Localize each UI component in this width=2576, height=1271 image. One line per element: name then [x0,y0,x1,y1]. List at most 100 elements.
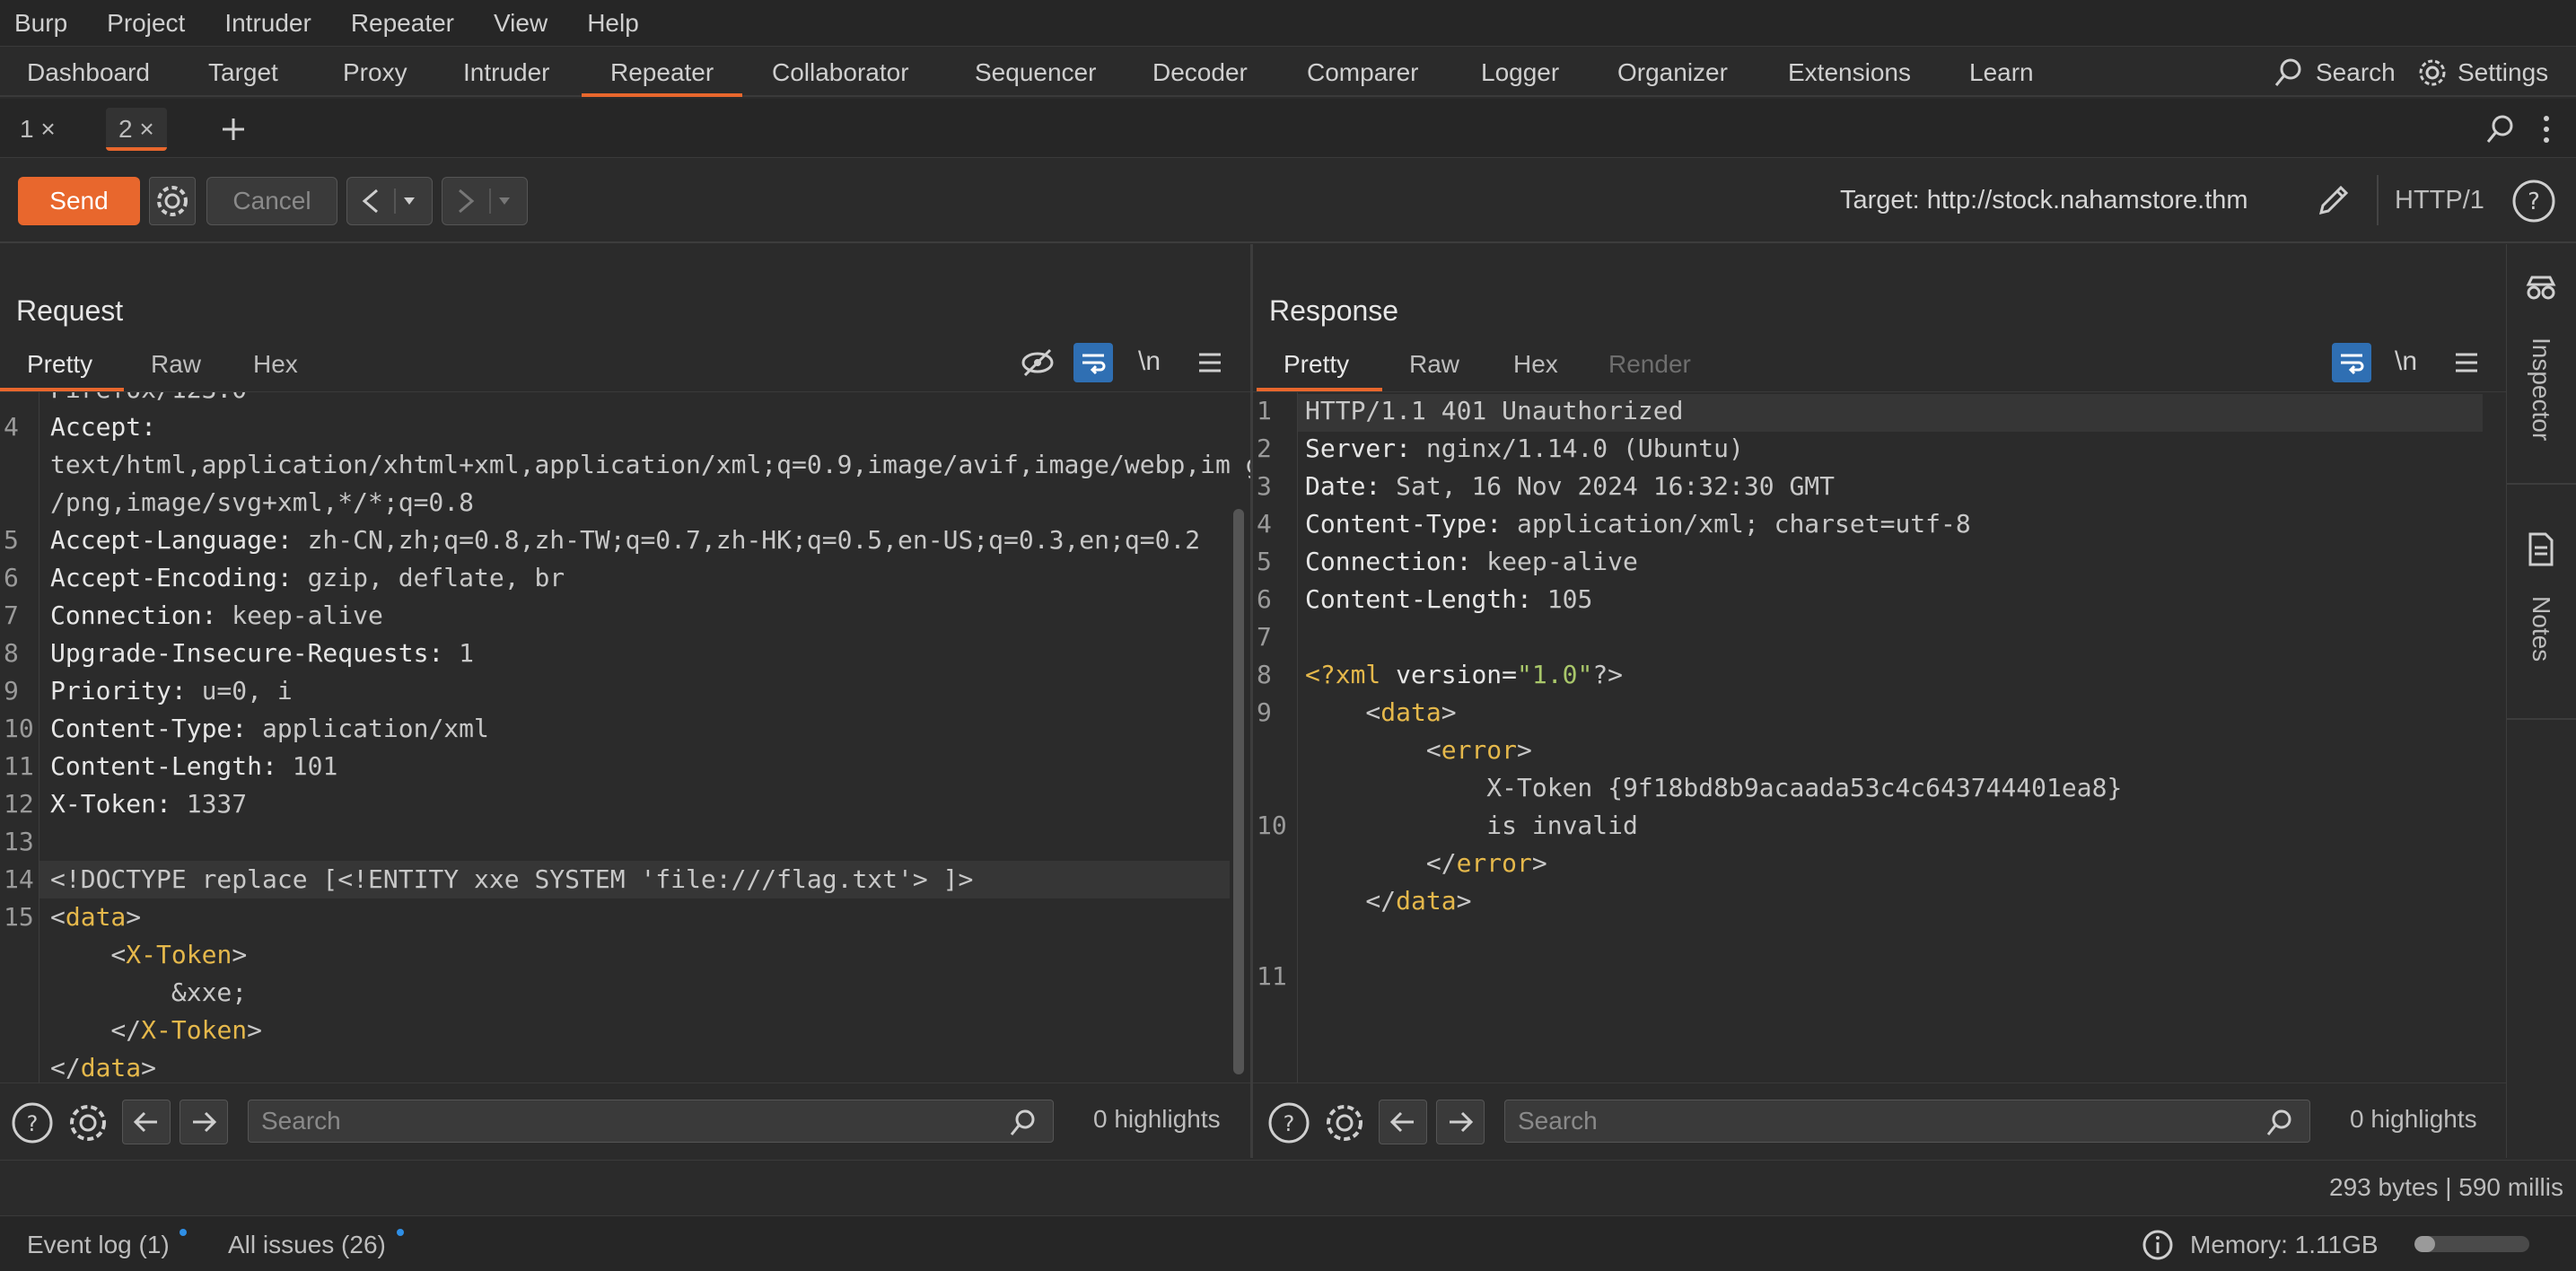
response-next-match-arrow-icon[interactable] [1436,1100,1485,1144]
response-code-line: </data> [1305,886,1472,916]
request-panel: Request Pretty Raw Hex \n Firefox/123.0 4… [0,244,1250,1158]
protocol-label[interactable]: HTTP/1 [2395,186,2484,215]
request-search-settings-gear-icon[interactable] [65,1100,111,1146]
response-wrap-lines-icon[interactable] [2332,343,2371,382]
request-scrollbar-thumb[interactable] [1233,509,1244,1074]
memory-info-icon[interactable] [2140,1227,2176,1263]
repeater-tab-2[interactable]: 2 × [106,108,167,151]
response-code-line: Date: Sat, 16 Nov 2024 16:32:30 GMT [1305,471,1836,501]
send-button[interactable]: Send [18,177,140,225]
response-code-line: Server: nginx/1.14.0 (Ubuntu) [1305,434,1744,463]
request-line-number: 6 [4,563,19,592]
nav-tab-logger[interactable]: Logger [1481,48,1559,97]
response-code-line: HTTP/1.1 401 Unauthorized [1305,396,1684,425]
menu-item-intruder[interactable]: Intruder [224,9,311,38]
search-icon[interactable] [2271,57,2307,89]
nav-settings-label[interactable]: Settings [2458,48,2548,97]
nav-tab-dashboard[interactable]: Dashboard [27,48,150,97]
request-tab-pretty[interactable]: Pretty [27,350,92,379]
response-tab-hex[interactable]: Hex [1513,350,1558,379]
response-help-icon[interactable]: ? [1266,1100,1312,1146]
event-log-link[interactable]: Event log (1) [27,1231,170,1259]
request-tab-hex[interactable]: Hex [253,350,298,379]
response-line-number: 2 [1257,434,1272,463]
request-search-magnifier-icon[interactable] [1005,1105,1041,1141]
request-line-number: 12 [4,789,34,819]
response-code-line: Content-Type: application/xml; charset=u… [1305,509,1971,539]
response-line-number: 4 [1257,509,1272,539]
menu-item-project[interactable]: Project [107,9,185,38]
request-line-number: 11 [4,751,34,781]
nav-tab-sequencer[interactable]: Sequencer [975,48,1096,97]
nav-tab-organizer[interactable]: Organizer [1617,48,1728,97]
nav-tab-target[interactable]: Target [208,48,278,97]
menu-item-burp[interactable]: Burp [14,9,67,38]
nav-tab-proxy[interactable]: Proxy [343,48,407,97]
help-icon[interactable]: ? [2510,177,2558,225]
nav-tab-repeater[interactable]: Repeater [582,48,743,97]
cancel-button[interactable]: Cancel [206,177,337,225]
request-newline-toggle[interactable]: \n [1138,346,1161,377]
response-search-input[interactable]: Search [1504,1100,2310,1143]
request-highlights-count: 0 highlights [1093,1105,1221,1133]
request-help-icon[interactable]: ? [9,1100,56,1146]
response-editor[interactable]: 1 HTTP/1.1 401 Unauthorized 2 Server: nginx… [1253,391,2506,1083]
request-line-number: 5 [4,525,19,555]
response-line-number: 11 [1257,961,1287,991]
nav-tab-learn[interactable]: Learn [1969,48,2034,97]
response-line-number: 1 [1257,396,1272,425]
inspector-tab[interactable]: Inspector [2527,337,2555,441]
request-prev-match-arrow-icon[interactable] [122,1100,171,1144]
request-code-line: </X-Token> [50,1015,263,1045]
response-newline-toggle[interactable]: \n [2395,346,2417,377]
response-line-number: 5 [1257,547,1272,576]
response-prev-match-arrow-icon[interactable] [1379,1100,1427,1144]
response-code-line: Content-Length: 105 [1305,584,1593,614]
nav-tab-intruder[interactable]: Intruder [463,48,550,97]
request-code-line: Accept-Language: zh-CN,zh;q=0.8,zh-TW;q=… [50,525,1201,555]
notes-tab[interactable]: Notes [2527,596,2555,662]
history-forward-button[interactable] [442,177,528,225]
wrap-lines-icon[interactable] [1073,343,1113,382]
response-title: Response [1269,294,1399,327]
search-tabs-icon[interactable] [2483,111,2519,147]
response-tab-render[interactable]: Render [1608,350,1691,379]
hide-nonprintable-eye-icon[interactable] [1018,343,1057,382]
more-vertical-icon[interactable] [2533,111,2560,147]
repeater-toolbar: Send Cancel Target: http://stock.nahamst… [0,159,2576,243]
right-sidebar: Inspector Notes [2506,244,2576,1158]
response-menu-hamburger-icon[interactable] [2447,343,2486,382]
response-searchbar: ? Search 0 highlights [1253,1083,2506,1158]
request-search-input[interactable]: Search [248,1100,1054,1143]
request-menu-hamburger-icon[interactable] [1190,343,1230,382]
request-scrollbar[interactable] [1231,392,1246,1083]
response-code-line: <data> [1305,697,1457,727]
notes-icon[interactable] [2525,530,2557,569]
nav-tab-comparer[interactable]: Comparer [1307,48,1418,97]
response-tab-raw[interactable]: Raw [1409,350,1459,379]
response-search-magnifier-icon[interactable] [2262,1105,2298,1141]
request-tab-raw[interactable]: Raw [151,350,201,379]
all-issues-link[interactable]: All issues (26) [228,1231,386,1259]
request-next-match-arrow-icon[interactable] [180,1100,228,1144]
history-back-button[interactable] [346,177,433,225]
menu-item-repeater[interactable]: Repeater [351,9,454,38]
nav-tab-decoder[interactable]: Decoder [1152,48,1248,97]
response-tab-pretty[interactable]: Pretty [1284,350,1349,379]
request-editor[interactable]: Firefox/123.0 4 Accept: text/html,applicati… [0,391,1250,1083]
nav-tab-extensions[interactable]: Extensions [1788,48,1911,97]
nav-search-label[interactable]: Search [2316,48,2396,97]
edit-target-pencil-icon[interactable] [2310,177,2357,224]
send-settings-gear-icon[interactable] [149,177,196,225]
repeater-tab-1[interactable]: 1 × [7,108,68,151]
menu-item-view[interactable]: View [494,9,548,38]
request-code-line: Upgrade-Insecure-Requests: 1 [50,638,475,668]
nav-tab-collaborator[interactable]: Collaborator [772,48,909,97]
main-nav: Search Settings Dashboard Target Proxy Intr… [0,48,2576,97]
memory-bar-fill [2414,1236,2436,1252]
add-tab-icon[interactable] [215,111,251,147]
response-search-settings-gear-icon[interactable] [1321,1100,1368,1146]
gear-icon[interactable] [2414,57,2450,89]
inspector-icon[interactable] [2521,271,2561,303]
menu-item-help[interactable]: Help [587,9,639,38]
